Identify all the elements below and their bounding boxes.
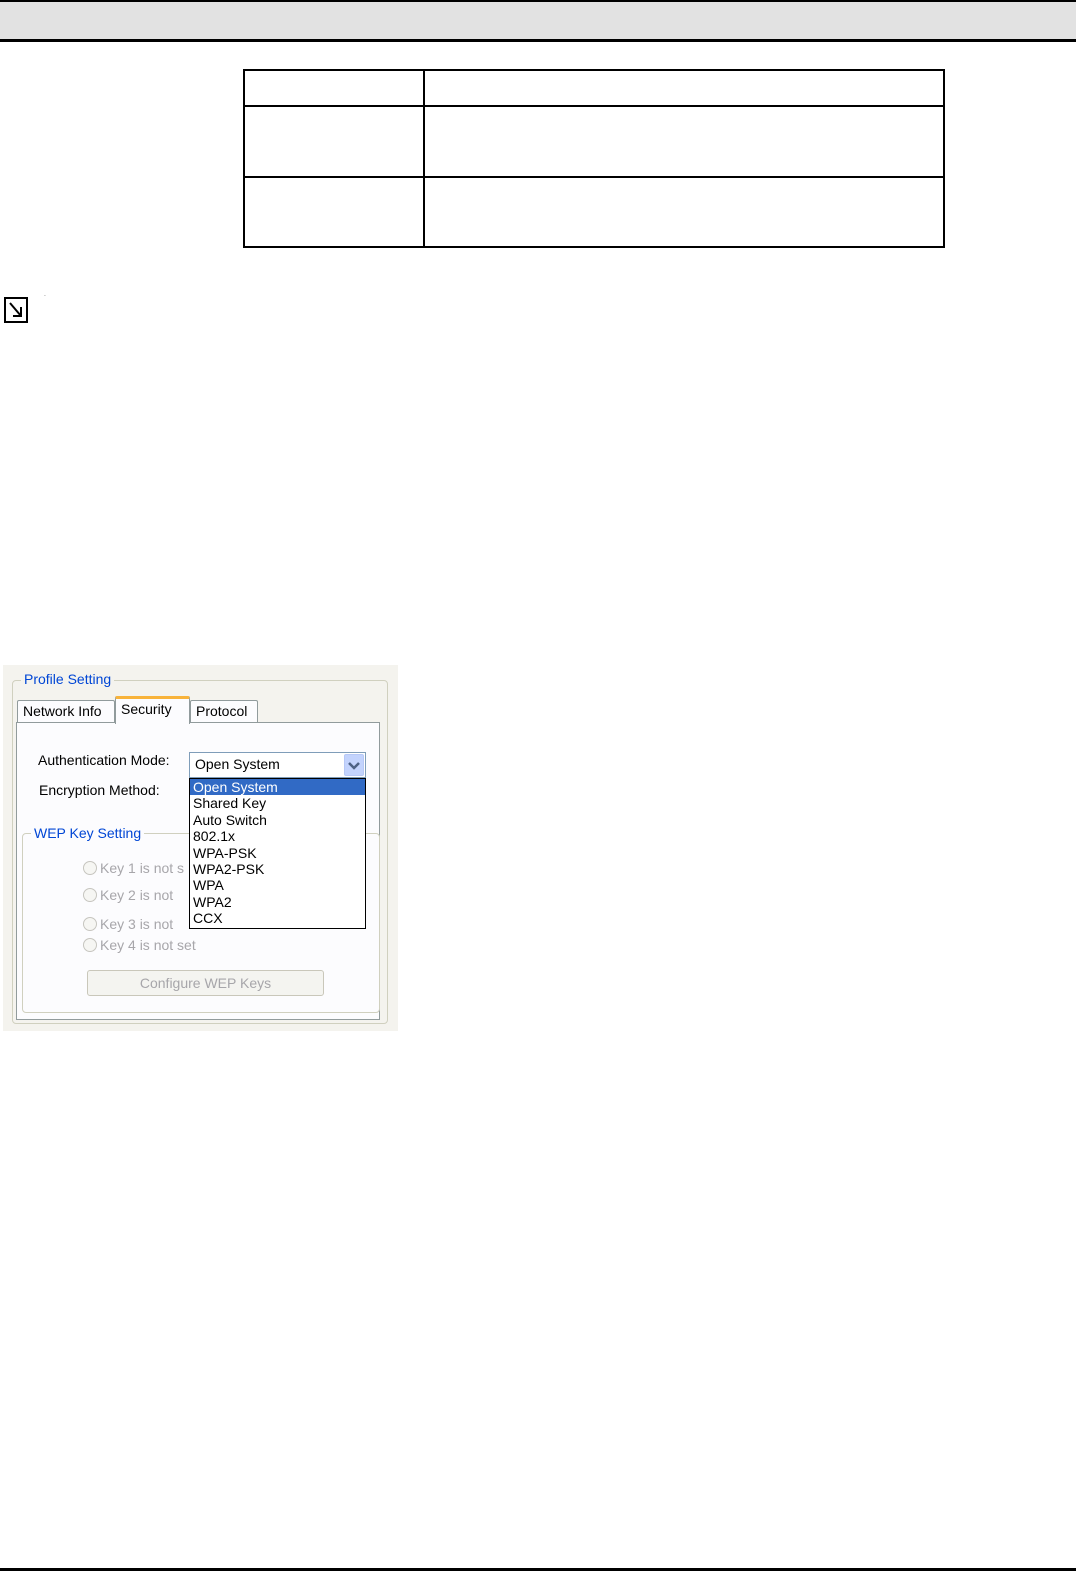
option-wpa[interactable]: WPA bbox=[190, 877, 365, 893]
option-wpa-psk[interactable]: WPA-PSK bbox=[190, 845, 365, 861]
radio-circle-icon bbox=[83, 861, 97, 875]
chevron-down-icon bbox=[348, 762, 360, 770]
authentication-mode-options: Open System Shared Key Auto Switch 802.1… bbox=[189, 778, 366, 929]
table-row bbox=[243, 105, 945, 178]
table-cell bbox=[423, 69, 945, 107]
radio-circle-icon bbox=[83, 888, 97, 902]
radio-circle-icon bbox=[83, 938, 97, 952]
arrow-down-right-box-icon bbox=[4, 297, 28, 323]
table-cell bbox=[423, 176, 945, 248]
key-3-label: Key 3 is not bbox=[100, 916, 174, 932]
authentication-mode-value: Open System bbox=[195, 756, 280, 772]
key-4-label: Key 4 is not set bbox=[100, 937, 196, 953]
option-wpa2-psk[interactable]: WPA2-PSK bbox=[190, 861, 365, 877]
page-header-bar bbox=[0, 0, 1076, 42]
key-2-label: Key 2 is not bbox=[100, 887, 174, 903]
option-shared-key[interactable]: Shared Key bbox=[190, 795, 365, 811]
wep-key-setting-title: WEP Key Setting bbox=[31, 825, 145, 841]
encryption-method-label: Encryption Method: bbox=[39, 782, 160, 798]
option-wpa2[interactable]: WPA2 bbox=[190, 894, 365, 910]
table-cell bbox=[243, 176, 425, 248]
option-802-1x[interactable]: 802.1x bbox=[190, 828, 365, 844]
key-3-radio[interactable]: Key 3 is not bbox=[83, 916, 173, 932]
configure-wep-keys-button[interactable]: Configure WEP Keys bbox=[87, 970, 324, 996]
profile-setting-title: Profile Setting bbox=[21, 671, 115, 687]
table-cell bbox=[243, 69, 425, 107]
dropdown-button[interactable] bbox=[344, 754, 364, 776]
key-4-radio[interactable]: Key 4 is not set bbox=[83, 937, 196, 953]
option-auto-switch[interactable]: Auto Switch bbox=[190, 812, 365, 828]
option-open-system[interactable]: Open System bbox=[190, 779, 365, 796]
table-cell bbox=[423, 105, 945, 178]
key-1-label: Key 1 is not s bbox=[100, 860, 185, 876]
note-mark: · bbox=[44, 293, 46, 300]
profile-setting-screenshot: Profile Setting Network Info Security Pr… bbox=[3, 665, 398, 1031]
table-cell bbox=[243, 105, 425, 178]
authentication-mode-label: Authentication Mode: bbox=[38, 752, 170, 768]
table-row bbox=[243, 69, 945, 107]
option-ccx[interactable]: CCX bbox=[190, 910, 365, 926]
tab-security[interactable]: Security bbox=[115, 696, 190, 724]
tab-network-info[interactable]: Network Info bbox=[17, 700, 115, 723]
authentication-mode-select[interactable]: Open System bbox=[189, 752, 366, 778]
doc-table bbox=[243, 69, 945, 248]
radio-circle-icon bbox=[83, 917, 97, 931]
page-footer-rule bbox=[0, 1568, 1076, 1571]
tab-protocol[interactable]: Protocol bbox=[190, 700, 258, 723]
table-row bbox=[243, 176, 945, 248]
key-2-radio[interactable]: Key 2 is not bbox=[83, 887, 173, 903]
key-1-radio[interactable]: Key 1 is not s bbox=[83, 860, 184, 876]
